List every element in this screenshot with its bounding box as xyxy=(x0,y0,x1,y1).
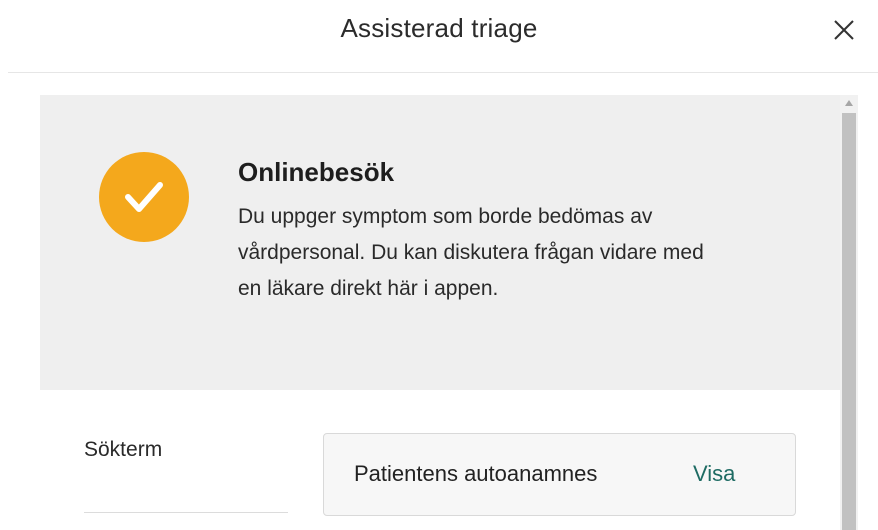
vertical-scrollbar[interactable] xyxy=(840,95,858,530)
close-icon xyxy=(834,20,854,40)
dialog-header: Assisterad triage xyxy=(0,0,878,72)
sokterm-divider xyxy=(84,512,288,513)
checkmark-badge xyxy=(99,152,189,242)
show-autoanamnes-link[interactable]: Visa xyxy=(693,461,735,487)
dialog-title: Assisterad triage xyxy=(340,13,538,43)
triage-result-card: Onlinebesök Du uppger symptom som borde … xyxy=(40,95,840,390)
close-button[interactable] xyxy=(826,12,862,48)
result-description-line: Du uppger symptom som borde bedömas av xyxy=(238,205,653,228)
result-text: Onlinebesök Du uppger symptom som borde … xyxy=(238,155,798,307)
scroll-up-arrow-icon xyxy=(845,100,853,106)
result-description-line: vårdpersonal. Du kan diskutera frågan vi… xyxy=(238,241,704,264)
result-description: Du uppger symptom som borde bedömas av v… xyxy=(238,199,798,307)
result-description-line: en läkare direkt här i appen. xyxy=(238,277,499,300)
scrollbar-thumb[interactable] xyxy=(842,113,856,530)
result-title: Onlinebesök xyxy=(238,157,395,187)
sokterm-label: Sökterm xyxy=(84,438,163,461)
checkmark-icon xyxy=(125,182,163,212)
triage-dialog: Assisterad triage Onlinebesök Du uppger … xyxy=(0,0,878,530)
dialog-content: Onlinebesök Du uppger symptom som borde … xyxy=(40,95,840,530)
autoanamnes-box: Patientens autoanamnes Visa xyxy=(323,433,796,516)
scroll-up-button[interactable] xyxy=(840,95,858,111)
autoanamnes-label: Patientens autoanamnes xyxy=(354,461,598,486)
header-divider xyxy=(8,72,878,73)
